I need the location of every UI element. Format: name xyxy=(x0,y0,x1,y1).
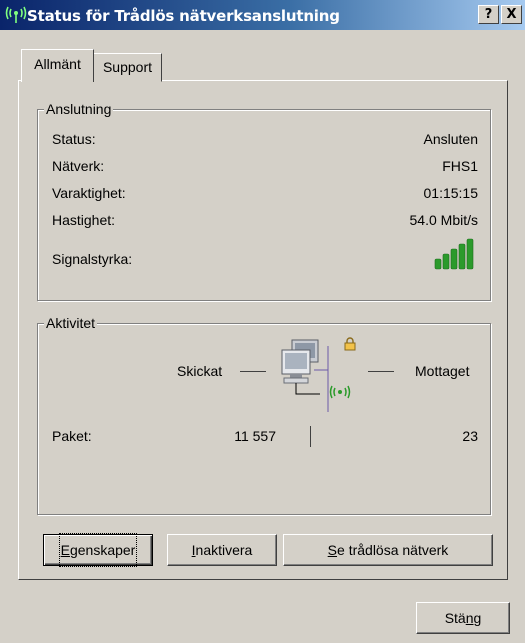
network-label: Nätverk: xyxy=(52,158,105,174)
signal-strength-icon xyxy=(434,238,474,270)
close-button-label-pre: Stä xyxy=(444,610,466,626)
duration-label: Varaktighet: xyxy=(52,185,126,201)
signal-bar xyxy=(458,243,466,270)
network-value: FHS1 xyxy=(442,158,478,174)
view-networks-button-accesskey: S xyxy=(327,542,338,558)
properties-button-label: genskaper xyxy=(69,542,136,558)
received-label: Mottaget xyxy=(415,363,470,379)
tab-general[interactable]: Allmänt xyxy=(21,49,94,82)
status-dialog: Status för Trådlös nätverksanslutning ? … xyxy=(0,0,525,643)
sent-label: Skickat xyxy=(177,363,223,379)
status-label: Status: xyxy=(52,131,96,147)
signal-bar xyxy=(450,248,458,270)
properties-button-accesskey: E xyxy=(60,542,70,558)
connection-group-label: Anslutning xyxy=(44,100,114,118)
disable-button[interactable]: Inaktivera xyxy=(167,534,277,566)
duration-value: 01:15:15 xyxy=(423,185,479,201)
close-window-button[interactable]: X xyxy=(501,5,522,24)
connection-group: Anslutning Status: Ansluten Nätverk: FHS… xyxy=(37,100,491,301)
packets-received-value: 23 xyxy=(462,428,478,444)
signal-strength-label: Signalstyrka: xyxy=(52,251,133,267)
close-button-label: g xyxy=(473,610,482,626)
activity-group: Aktivitet Skickat Mottaget Paket: 11 557… xyxy=(37,314,491,515)
sent-line xyxy=(240,371,266,372)
tab-support[interactable]: Support xyxy=(93,53,162,82)
close-button[interactable]: Stäng xyxy=(416,602,510,634)
signal-bar xyxy=(442,253,450,270)
properties-button[interactable]: Egenskaper xyxy=(43,533,153,567)
close-button-accesskey: n xyxy=(465,610,474,626)
signal-bar xyxy=(434,258,442,270)
view-wireless-networks-button[interactable]: Se trådlösa nätverk xyxy=(283,534,493,566)
disable-button-label: naktivera xyxy=(195,542,253,558)
speed-value: 54.0 Mbit/s xyxy=(409,212,478,228)
activity-group-label: Aktivitet xyxy=(44,314,98,332)
packets-sent-value: 11 557 xyxy=(234,428,276,444)
packets-label: Paket: xyxy=(52,428,92,444)
received-line xyxy=(368,371,394,372)
tab-panel: Anslutning Status: Ansluten Nätverk: FHS… xyxy=(18,80,508,580)
status-value: Ansluten xyxy=(423,131,478,147)
speed-label: Hastighet: xyxy=(52,212,116,228)
lock-icon xyxy=(344,337,356,351)
help-button[interactable]: ? xyxy=(478,5,499,24)
signal-bar xyxy=(466,238,474,270)
view-networks-button-label: e trådlösa nätverk xyxy=(337,542,449,558)
wireless-network-icon xyxy=(5,6,27,23)
tab-general-label: Allmänt xyxy=(34,56,81,72)
packets-divider xyxy=(310,426,311,447)
title-bar[interactable]: Status för Trådlös nätverksanslutning ? … xyxy=(0,0,525,30)
tab-support-label: Support xyxy=(102,59,153,75)
wireless-signal-icon xyxy=(329,385,351,399)
window-title: Status för Trådlös nätverksanslutning xyxy=(27,7,340,25)
